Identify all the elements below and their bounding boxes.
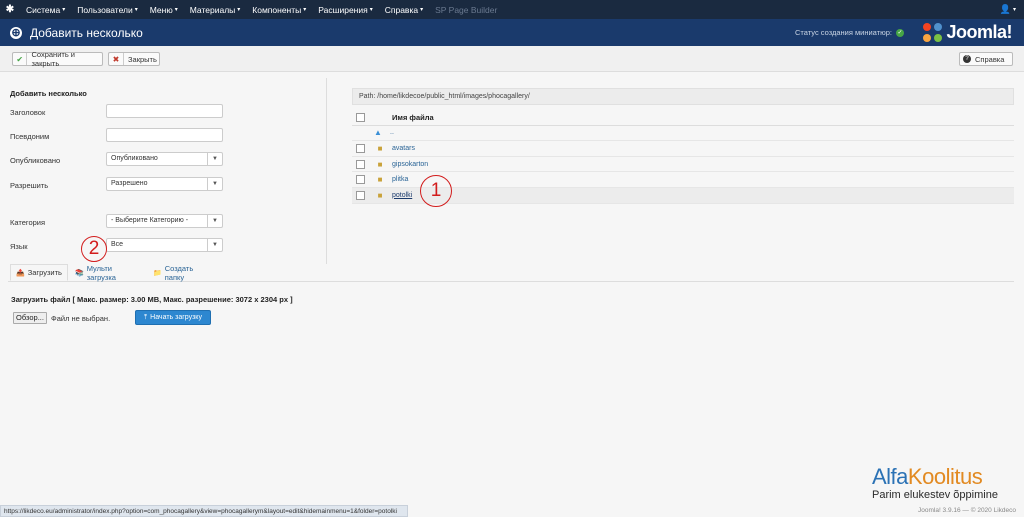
close-button[interactable]: ✖ Закрыть [108,52,160,66]
alias-label: Псевдоним [10,132,50,141]
folder-up-link[interactable]: .. [390,129,394,136]
tab-create-folder[interactable]: 📁 Создать папку [148,264,218,282]
upload-icon: ⤒ [144,313,148,321]
folder-link-potolki[interactable]: potolki [392,192,412,199]
thumbnail-status: Статус создания миниатюр: ✓ [795,19,904,46]
allow-label: Разрешить [10,181,49,190]
category-select[interactable]: - Выберите Категорию - ▼ [106,214,223,228]
file-table-header: Имя файла [352,110,1014,126]
joomla-brand-logo: Joomla! [923,21,1012,44]
user-icon: 👤 [999,4,1011,14]
browser-status-url: https://likdeco.eu/administrator/index.p… [0,505,408,517]
menu-system[interactable]: Система ▾ [20,0,71,19]
title-input[interactable] [106,104,223,118]
chevron-down-icon: ▾ [420,7,424,13]
upload-title: Загрузить файл [ Макс. размер: 3.00 MB, … [11,295,293,304]
tab-upload[interactable]: 📤 Загрузить [10,264,68,281]
chevron-down-icon: ▾ [62,7,66,13]
alfakoolitus-slogan: Parim elukestev õppimine [872,489,998,501]
check-icon: ✓ [896,28,904,37]
user-menu[interactable]: 👤 ▾ [1000,0,1016,19]
chevron-down-icon: ▾ [303,7,307,13]
chevron-down-icon: ▼ [207,178,222,190]
menu-extensions[interactable]: Расширения ▾ [312,0,378,19]
plus-circle-icon: ⊕ [10,26,22,39]
language-select[interactable]: Все ▼ [106,238,223,252]
upload-tabs: 📤 Загрузить 📚 Мульти загрузка 📁 Создать … [8,264,1014,282]
top-navbar: ✱ Система ▾ Пользователи ▾ Меню ▾ Материалы… [0,0,1024,19]
menu-components[interactable]: Компоненты ▾ [246,0,312,19]
joomla-wordmark: Joomla! [946,22,1012,42]
row-checkbox[interactable] [356,175,365,185]
menu-sp-page-builder: SP Page Builder [435,4,498,15]
help-button[interactable]: ? Справка [959,52,1013,66]
page-header: ⊕ Добавить несколько Статус создания мин… [0,19,1024,46]
category-label: Категория [10,218,46,227]
chevron-down-icon: ▾ [237,7,241,13]
tab-multi-upload[interactable]: 📚 Мульти загрузка [70,264,148,282]
chevron-down-icon: ▼ [207,239,222,251]
allow-select[interactable]: Разрешено ▼ [106,177,223,191]
toolbar: ✔ Сохранить и закрыть ✖ Закрыть ? Справк… [0,46,1024,72]
folder-icon: ■ [377,190,383,200]
joomla-logo-icon [923,22,943,43]
folder-up-icon: ▲ [374,128,382,138]
menu-help[interactable]: Справка ▾ [379,0,429,19]
folder-icon: 📁 [153,269,162,277]
chevron-down-icon: ▾ [369,7,373,13]
title-label: Заголовок [10,108,46,117]
start-upload-button[interactable]: ⤒ Начать загрузку [135,310,211,325]
browse-button[interactable]: Обзор... [13,312,47,324]
alias-input[interactable] [106,128,223,142]
upload-icon: 📤 [16,269,25,277]
row-checkbox[interactable] [356,190,365,200]
joomla-icon[interactable]: ✱ [0,0,20,19]
row-checkbox[interactable] [356,159,365,169]
table-row: ■ avatars [352,141,1014,157]
table-row-up[interactable]: ▲ .. [352,126,1014,142]
select-all-checkbox[interactable] [356,112,365,122]
published-select[interactable]: Опубликовано ▼ [106,152,223,166]
annotation-marker-2: 2 [81,236,107,262]
menu-content[interactable]: Материалы ▾ [184,0,247,19]
menu-menus[interactable]: Меню ▾ [144,0,184,19]
folder-link-plitka[interactable]: plitka [392,176,408,183]
chevron-down-icon: ▾ [1012,7,1016,13]
folder-icon: ■ [377,143,383,153]
multi-upload-icon: 📚 [75,269,84,277]
chevron-down-icon: ▾ [134,7,138,13]
page-title: Добавить несколько [30,25,143,40]
thumbnail-status-label: Статус создания миниатюр: [794,28,892,37]
path-display: Path: /home/likdecoe/public_html/images/… [352,88,1014,105]
close-icon: ✖ [109,53,124,65]
check-icon: ✔ [13,53,28,65]
folder-icon: ■ [377,159,383,169]
footer-version: Joomla! 3.9.16 — © 2020 Likdeco [917,507,1016,514]
help-icon: ? [963,55,971,63]
language-label: Язык [10,242,28,251]
alfakoolitus-logo: AlfaKoolitus [872,464,983,489]
table-row: ■ gipsokarton [352,157,1014,173]
annotation-marker-1: 1 [420,175,452,207]
form-section-title: Добавить несколько [10,89,87,98]
filename-column-header: Имя файла [392,112,434,122]
folder-link-avatars[interactable]: avatars [392,145,415,152]
no-file-text: Файл не выбран. [51,314,111,323]
chevron-down-icon: ▾ [174,7,178,13]
chevron-down-icon: ▼ [207,215,222,227]
menu-users[interactable]: Пользователи ▾ [71,0,144,19]
row-checkbox[interactable] [356,143,365,153]
chevron-down-icon: ▼ [207,153,222,165]
alfakoolitus-watermark: AlfaKoolitus Parim elukestev õppimine [872,464,1022,502]
folder-icon: ■ [377,175,383,185]
save-and-close-button[interactable]: ✔ Сохранить и закрыть [12,50,103,68]
panel-divider [326,78,327,264]
folder-link-gipsokarton[interactable]: gipsokarton [392,161,428,168]
published-label: Опубликовано [10,156,61,165]
